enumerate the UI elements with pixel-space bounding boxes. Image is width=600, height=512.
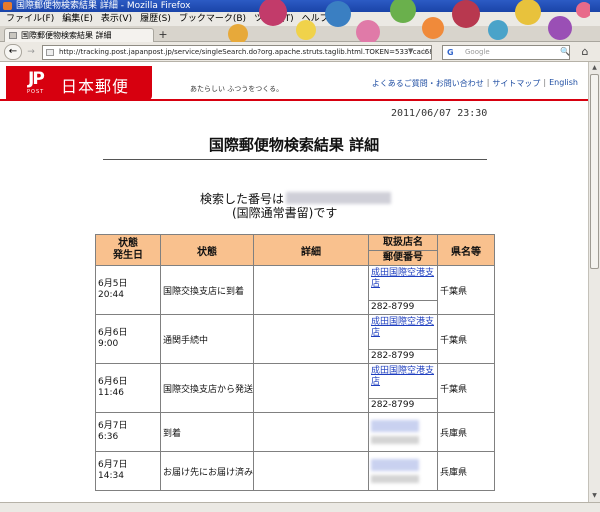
- google-icon[interactable]: G: [447, 48, 457, 58]
- logo-name: 日本郵便: [61, 77, 130, 96]
- table-row: 6月6日 11:46 国際交換支店から発送 成田国際空港支店 282-8799 千葉…: [96, 364, 494, 412]
- header-prefecture: 県名等: [438, 235, 494, 265]
- header-office: 取扱店名 郵便番号: [369, 235, 437, 265]
- tab-label: 国際郵便物検索結果 詳細: [21, 31, 112, 40]
- header-divider: [0, 99, 588, 101]
- firefox-icon: [3, 2, 12, 10]
- page-icon: [9, 32, 17, 39]
- jp-mark-sub: POST: [27, 89, 45, 95]
- navigation-toolbar: ← → http://tracking.post.japanpost.jp/se…: [0, 42, 600, 62]
- tracking-results-table: 状態 発生日 状態 詳細 取扱店名 郵便番号 県名等 6月5日 20:44 国際交…: [95, 234, 495, 491]
- table-row: 6月7日 14:34 お届け先にお届け済み 兵庫県: [96, 452, 494, 490]
- bookmark-star-icon[interactable]: ☆: [420, 47, 427, 56]
- searched-type-line: (国際通常書留)です: [232, 206, 338, 220]
- vertical-scrollbar[interactable]: ▲ ▼: [588, 62, 600, 502]
- redacted-office[interactable]: [371, 420, 419, 432]
- back-button[interactable]: ←: [4, 44, 22, 60]
- url-bar[interactable]: http://tracking.post.japanpost.jp/servic…: [42, 45, 432, 60]
- status-bar: [0, 502, 600, 512]
- table-row: 6月7日 6:36 到着 兵庫県: [96, 413, 494, 451]
- tab-active[interactable]: 国際郵便物検索結果 詳細: [4, 28, 154, 42]
- forward-button[interactable]: →: [24, 45, 38, 59]
- office-link[interactable]: 成田国際空港支店: [369, 365, 437, 398]
- table-row: 6月6日 9:00 通関手続中 成田国際空港支店 282-8799 千葉県: [96, 315, 494, 363]
- redacted-tracking-number: [286, 192, 392, 204]
- header-status: 状態: [161, 235, 253, 265]
- scroll-thumb[interactable]: [590, 74, 599, 269]
- menu-file[interactable]: ファイル(F): [6, 12, 54, 26]
- menu-edit[interactable]: 編集(E): [62, 12, 93, 26]
- sitemap-link[interactable]: サイトマップ: [492, 78, 540, 89]
- redacted-office[interactable]: [371, 459, 419, 471]
- window-title-bar[interactable]: 国際郵便物検索結果 詳細 - Mozilla Firefox: [0, 0, 600, 12]
- search-go-icon[interactable]: 🔍: [560, 47, 570, 56]
- new-tab-button[interactable]: +: [157, 29, 169, 41]
- title-divider: [103, 159, 487, 160]
- faq-link[interactable]: よくあるご質問・お問い合わせ: [372, 78, 484, 89]
- search-datetime: 2011/06/07 23:30: [391, 108, 488, 119]
- menu-bookmarks[interactable]: ブックマーク(B): [179, 12, 246, 26]
- menu-view[interactable]: 表示(V): [101, 12, 132, 26]
- search-placeholder: Google: [465, 48, 490, 56]
- header-detail: 詳細: [254, 235, 368, 265]
- jp-mark: JP: [28, 69, 45, 89]
- redacted-zip: [371, 475, 419, 483]
- table-row: 6月5日 20:44 国際交換支店に到着 成田国際空港支店 282-8799 千葉県: [96, 266, 494, 314]
- scroll-down-icon[interactable]: ▼: [590, 491, 599, 501]
- office-link[interactable]: 成田国際空港支店: [369, 316, 437, 349]
- home-button[interactable]: ⌂: [577, 45, 593, 60]
- menu-tools[interactable]: ツール(T): [254, 12, 294, 26]
- search-bar[interactable]: G Google: [442, 45, 570, 60]
- scroll-up-icon[interactable]: ▲: [590, 63, 599, 73]
- page-content: JP POST 日本郵便 あたらしい ふつうをつくる。 よくあるご質問・お問い合…: [0, 62, 588, 502]
- url-text: http://tracking.post.japanpost.jp/servic…: [59, 48, 432, 56]
- tagline: あたらしい ふつうをつくる。: [190, 85, 284, 93]
- window-title: 国際郵便物検索結果 詳細 - Mozilla Firefox: [16, 1, 191, 11]
- site-icon: [46, 49, 54, 56]
- url-dropdown-icon[interactable]: ▼: [408, 47, 413, 55]
- japan-post-logo[interactable]: JP POST 日本郵便: [6, 66, 152, 100]
- english-link[interactable]: English: [549, 78, 578, 89]
- menu-history[interactable]: 履歴(S): [140, 12, 171, 26]
- tab-strip: 国際郵便物検索結果 詳細 +: [0, 26, 600, 42]
- menu-help[interactable]: ヘルプ(H): [302, 12, 343, 26]
- header-links: よくあるご質問・お問い合わせ | サイトマップ | English: [371, 78, 578, 89]
- office-link[interactable]: 成田国際空港支店: [369, 267, 437, 300]
- redacted-zip: [371, 436, 419, 444]
- menubar: ファイル(F) 編集(E) 表示(V) 履歴(S) ブックマーク(B) ツール(…: [0, 12, 600, 26]
- header-date: 状態 発生日: [96, 235, 160, 265]
- page-title: 国際郵便物検索結果 詳細: [208, 136, 380, 154]
